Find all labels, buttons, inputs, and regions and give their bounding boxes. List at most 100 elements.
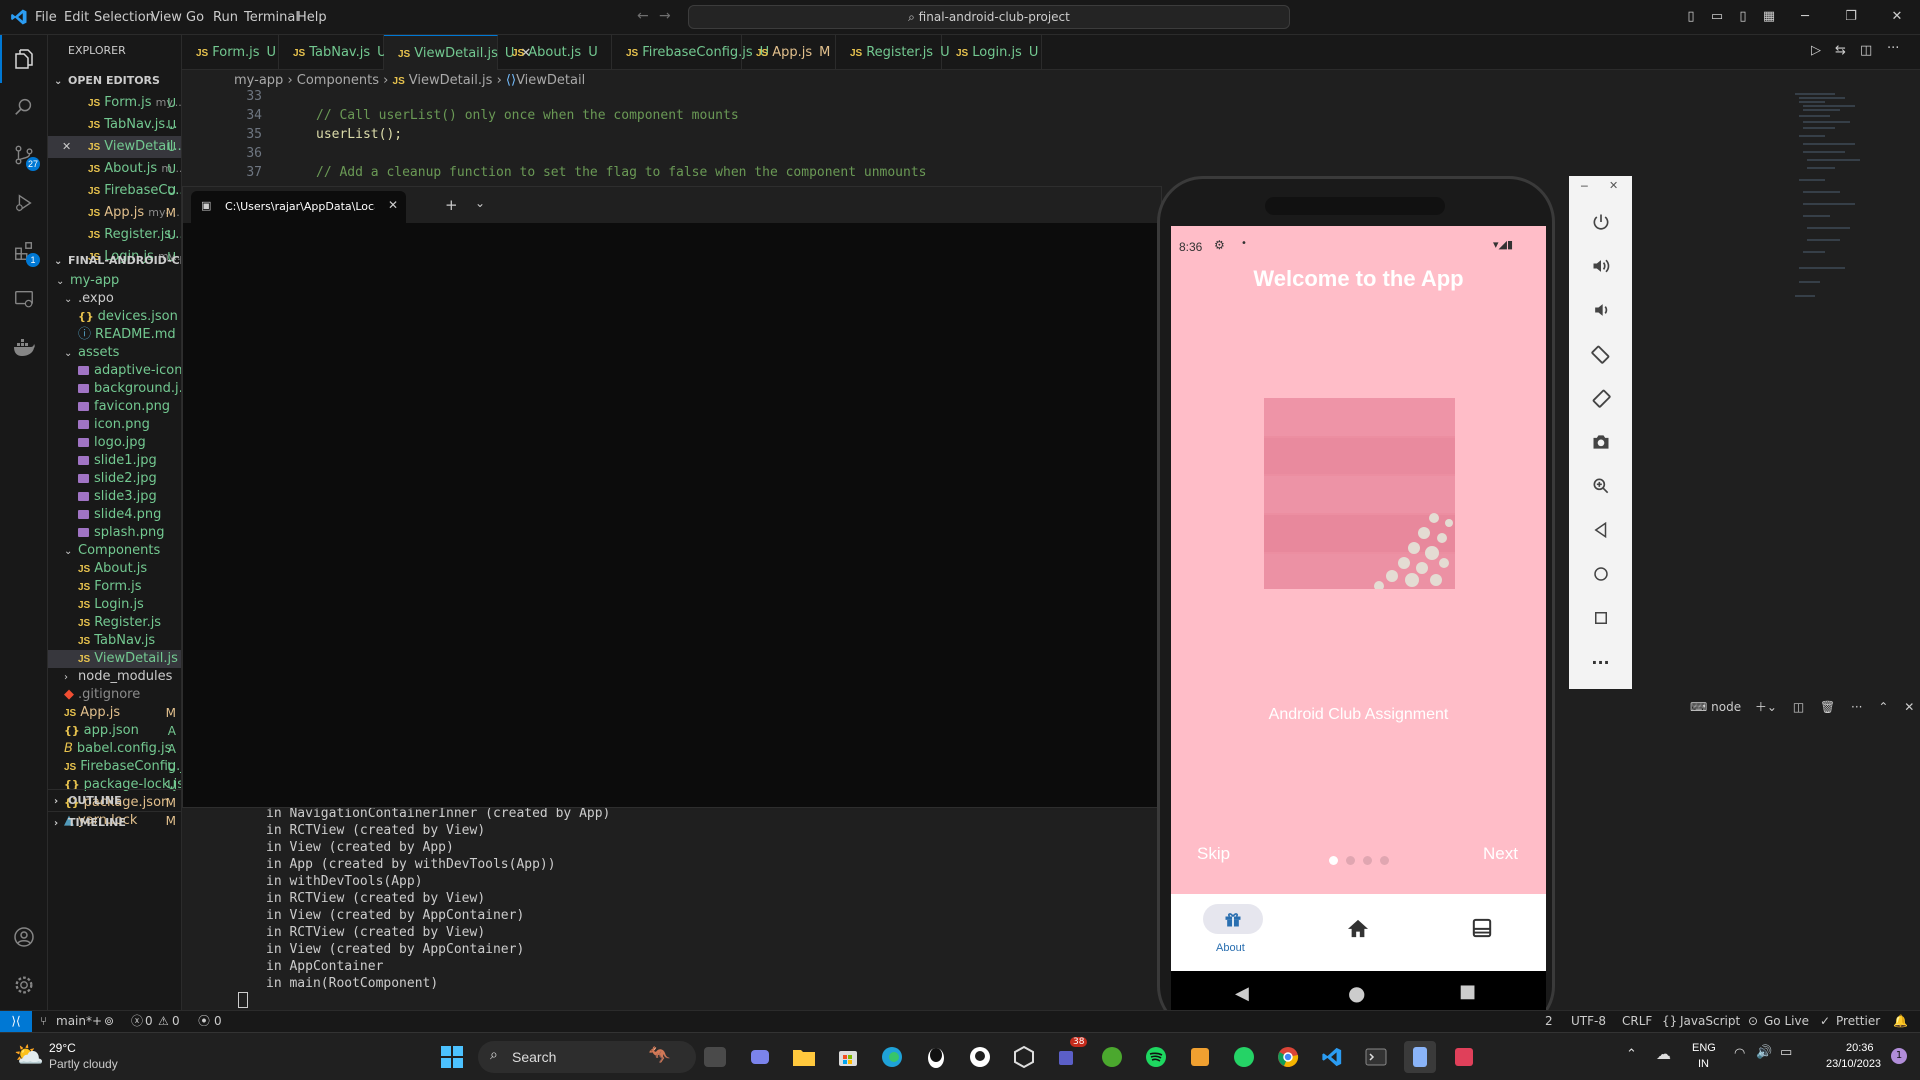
open-editor-item[interactable]: JS Form.js my... U [48, 92, 181, 114]
tree-folder[interactable]: ⌄ my-app [48, 272, 181, 290]
tree-file[interactable]: logo.jpg [48, 434, 181, 452]
tree-file[interactable]: JS FirebaseConfig.js U [48, 758, 181, 776]
notifications-bell-icon[interactable]: 🔔 [1893, 1011, 1908, 1032]
breadcrumb-components[interactable]: Components [297, 73, 379, 88]
eol[interactable]: CRLF [1622, 1011, 1652, 1032]
wifi-icon[interactable]: ◠ [1734, 1046, 1745, 1061]
tab-about[interactable] [1203, 904, 1263, 934]
emulator-taskbar-icon[interactable] [1404, 1041, 1436, 1073]
emu-minimize-icon[interactable]: ─ [1581, 180, 1588, 193]
menu-go[interactable]: Go [186, 0, 204, 35]
language-in[interactable]: IN [1698, 1058, 1709, 1070]
back-arrow-icon[interactable]: ← [637, 8, 649, 24]
tree-file[interactable]: JS App.js M [48, 704, 181, 722]
new-tab-icon[interactable]: + [445, 196, 458, 214]
editor-more-icon[interactable]: ··· [1887, 41, 1899, 56]
volume-down-icon[interactable] [1569, 295, 1632, 325]
nav-recents-icon[interactable]: ■ [1459, 981, 1476, 1002]
project-header[interactable]: ⌄ FINAL-ANDROID-CLU... [48, 250, 181, 272]
editor-tab[interactable]: JS TabNav.js U [279, 35, 387, 70]
github-icon[interactable] [964, 1041, 996, 1073]
back-icon[interactable] [1569, 515, 1632, 545]
clock-time[interactable]: 20:36 [1846, 1042, 1874, 1054]
chrome-icon[interactable] [1272, 1041, 1304, 1073]
emu-close-icon[interactable]: ✕ [1609, 179, 1618, 192]
tab-dropdown-icon[interactable]: ⌄ [475, 196, 485, 210]
show-hidden-icons-icon[interactable]: ⌃ [1626, 1047, 1637, 1062]
tree-file[interactable]: {} devices.json [48, 308, 181, 326]
windows-start-icon[interactable] [436, 1041, 468, 1073]
battery-icon[interactable]: ▭ [1780, 1045, 1792, 1060]
tree-folder[interactable]: ⌄ Components [48, 542, 181, 560]
split-terminal-icon[interactable]: ◫ [1793, 700, 1804, 714]
breadcrumb-my-app[interactable]: my-app [234, 73, 283, 88]
rotate-right-icon[interactable] [1569, 383, 1632, 413]
close-panel-icon[interactable]: ✕ [1904, 700, 1914, 714]
maximize-panel-icon[interactable]: ⌃ [1878, 700, 1888, 714]
tree-file[interactable]: adaptive-icon... [48, 362, 181, 380]
toggle-secondary-sidebar-icon[interactable]: ▯ [1735, 9, 1751, 25]
store-icon[interactable] [832, 1041, 864, 1073]
open-editors-header[interactable]: ⌄ OPEN EDITORS [48, 70, 181, 92]
clock-date[interactable]: 23/10/2023 [1826, 1058, 1881, 1070]
vscode-taskbar-icon[interactable] [1316, 1041, 1348, 1073]
open-editor-item[interactable]: JS About.js m... U [48, 158, 181, 180]
menu-file[interactable]: File [35, 0, 57, 35]
close-editor-icon[interactable]: ✕ [62, 136, 71, 158]
menu-edit[interactable]: Edit [64, 0, 89, 35]
utorrent-icon[interactable] [1096, 1041, 1128, 1073]
tree-file[interactable]: {} app.json A [48, 722, 181, 740]
list-view-icon[interactable] [1471, 918, 1493, 938]
search-icon[interactable] [0, 83, 48, 131]
editor-tab[interactable]: JS App.js M [742, 35, 836, 70]
tree-file[interactable]: JS Form.js [48, 578, 181, 596]
terminal-name[interactable]: node [1711, 700, 1741, 714]
accounts-icon[interactable] [0, 913, 48, 961]
paint-app-icon[interactable] [1184, 1041, 1216, 1073]
menu-terminal[interactable]: Terminal [244, 0, 299, 35]
timeline-header[interactable]: › TIMELINE [48, 811, 181, 834]
skip-button[interactable]: Skip [1197, 844, 1230, 864]
language-eng[interactable]: ENG [1692, 1042, 1716, 1054]
line-col[interactable]: 2 [1545, 1011, 1553, 1032]
tree-file[interactable]: icon.png [48, 416, 181, 434]
toggle-sidebar-icon[interactable]: ▯ [1683, 9, 1699, 25]
tree-file[interactable]: slide1.jpg [48, 452, 181, 470]
whatsapp-icon[interactable] [1228, 1041, 1260, 1073]
tree-file[interactable]: JS Login.js [48, 596, 181, 614]
panel-more-icon[interactable]: ··· [1851, 700, 1862, 714]
code-line[interactable]: // Add a cleanup function to set the fla… [316, 165, 926, 180]
encoding[interactable]: UTF-8 [1571, 1011, 1606, 1032]
run-file-icon[interactable]: ▷ [1811, 43, 1821, 58]
tree-file[interactable]: background.j... [48, 380, 181, 398]
forward-arrow-icon[interactable]: → [659, 8, 671, 24]
breadcrumb-file[interactable]: ViewDetail.js [409, 73, 493, 88]
snipping-tool-icon[interactable] [1448, 1041, 1480, 1073]
remote-indicator-icon[interactable]: ⟩⟨ [0, 1011, 32, 1032]
penguin-app-icon[interactable] [920, 1041, 952, 1073]
source-control-icon[interactable]: 27 [0, 131, 48, 179]
restore-icon[interactable]: ❐ [1843, 9, 1859, 25]
task-view-icon[interactable] [704, 1047, 726, 1067]
explorer-icon[interactable] [0, 35, 48, 83]
file-explorer-icon[interactable] [788, 1041, 820, 1073]
editor-tab[interactable]: JS ViewDetail.js U ✕ [384, 35, 531, 70]
ports-count[interactable]: 0 [214, 1011, 222, 1032]
open-editor-item[interactable]: ✕ JS ViewDetail... U [48, 136, 181, 158]
open-editor-item[interactable]: JS TabNav.js... U [48, 114, 181, 136]
tree-file[interactable]: splash.png [48, 524, 181, 542]
tree-file[interactable]: 𝘉babel.config.js A [48, 740, 181, 758]
nav-home-icon[interactable]: ● [1348, 981, 1365, 1005]
customize-layout-icon[interactable]: ▦ [1761, 9, 1777, 25]
toggle-panel-icon[interactable]: ▭ [1709, 9, 1725, 25]
kill-terminal-icon[interactable]: 🗑 [1820, 700, 1835, 714]
tree-file[interactable]: ◆ .gitignore [48, 686, 181, 704]
minimap[interactable] [1795, 92, 1865, 302]
tree-file[interactable]: JS ViewDetail.js [48, 650, 181, 668]
weather-desc[interactable]: Partly cloudy [49, 1057, 118, 1071]
cube-app-icon[interactable] [1008, 1041, 1040, 1073]
editor-tab[interactable]: JS Login.js U [942, 35, 1042, 70]
tree-file[interactable]: JS About.js [48, 560, 181, 578]
menu-help[interactable]: Help [297, 0, 327, 35]
tree-file[interactable]: JS Register.js [48, 614, 181, 632]
